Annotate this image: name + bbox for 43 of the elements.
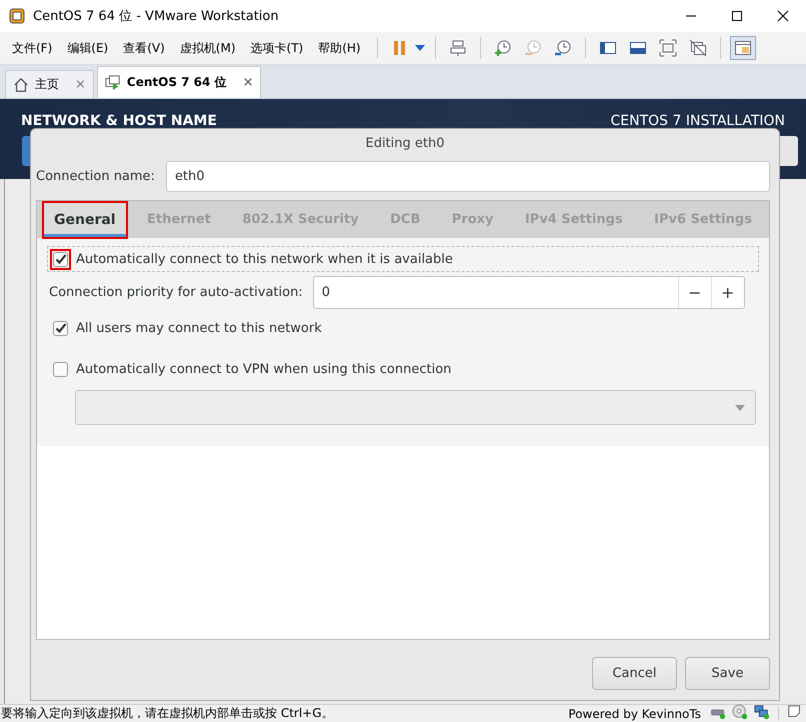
close-tab-icon[interactable]: × [242,75,254,90]
checkbox[interactable] [53,362,68,376]
window-title: CentOS 7 64 位 - VMware Workstation [33,8,280,25]
settings-tab[interactable]: General [42,200,128,238]
checkbox[interactable] [53,320,68,336]
menu-item[interactable]: 帮助(H) [312,36,367,60]
status-message: 要将输入定向到该虚拟机，请在虚拟机内部单击或按 Ctrl+G。 [0,705,335,722]
checkbox-row[interactable]: All users may connect to this network [47,315,759,341]
menu-item[interactable]: 虚拟机(M) [174,36,242,60]
section-title: NETWORK & HOST NAME [21,113,217,129]
priority-label: Connection priority for auto-activation: [49,285,303,300]
product-title: CENTOS 7 INSTALLATION [610,113,785,129]
close-icon[interactable] [777,10,789,22]
checkbox-row[interactable]: Automatically connect to VPN when using this connection [47,356,759,382]
menu-item[interactable]: 编辑(E) [61,36,114,60]
menu-item[interactable]: 选项卡(T) [244,36,310,60]
home-icon [13,76,29,92]
menu-item[interactable]: 查看(V) [117,36,171,60]
maximize-icon[interactable] [731,10,743,22]
dropdown-arrow-icon [735,404,745,410]
checkbox-label: Automatically connect to VPN when using this connection [76,362,452,376]
connection-name-label: Connection name: [36,169,155,184]
close-tab-icon[interactable]: × [75,77,86,92]
caret-icon[interactable] [414,45,425,51]
vm-tab[interactable]: 主页 × [5,70,94,98]
checkbox-label: All users may connect to this network [76,320,322,336]
status-credit: Powered by KevinnoTs [568,706,701,720]
app-icon [9,8,25,24]
checkbox-row[interactable]: Automatically connect to this network when it is available [47,246,759,272]
check-icon [54,253,66,265]
disc-icon [732,704,748,720]
check-icon [54,322,66,334]
dialog-button[interactable]: Cancel [592,656,677,690]
checkbox-label: Automatically connect to this network when it is available [76,252,453,266]
library-view-icon[interactable] [730,36,756,60]
connection-name-field[interactable]: eth0 [166,161,770,192]
vm-tab[interactable]: CentOS 7 64 位 × [96,66,262,98]
dialog-button[interactable]: Save [685,656,770,690]
network-adapter-icon [754,704,770,720]
priority-spinner[interactable]: 0 − + [312,276,745,309]
menu-item[interactable]: 文件(F) [6,36,58,60]
vm-icon [104,74,121,90]
dialog-title: Editing eth0 [364,134,446,152]
